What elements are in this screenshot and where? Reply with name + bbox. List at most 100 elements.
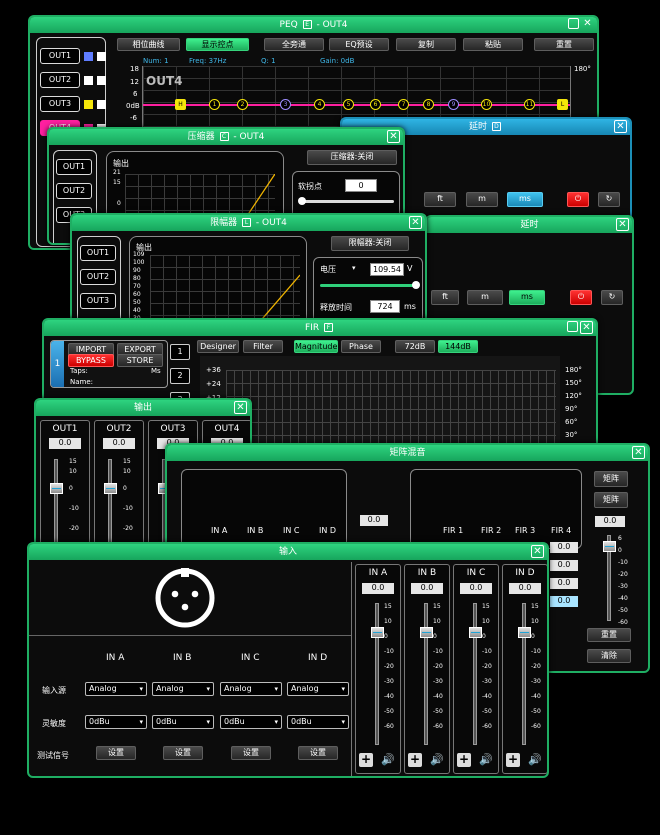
restore-icon[interactable] — [567, 321, 578, 332]
matrix-value[interactable]: 0.0 — [550, 578, 578, 589]
matrix-value[interactable]: 0.0 — [360, 515, 388, 526]
speaker-icon[interactable]: 🔊 — [527, 753, 543, 767]
sensitivity-select-c[interactable]: 0dBu — [220, 715, 282, 729]
matrix-value[interactable]: 0.0 — [550, 560, 578, 571]
matrix-button-1[interactable]: 矩阵 — [594, 471, 628, 487]
lim-out2-button[interactable]: OUT2 — [80, 269, 116, 285]
input-fader-knob[interactable] — [371, 627, 384, 638]
output-fader-track[interactable] — [108, 459, 112, 546]
output-fader-track[interactable] — [54, 459, 58, 546]
matrix-button-2[interactable]: 矩阵 — [594, 492, 628, 508]
voltage-slider[interactable] — [320, 281, 420, 289]
power-icon[interactable]: ⏻ — [567, 192, 589, 207]
limiter-toggle-button[interactable]: 限幅器:关闭 — [331, 236, 409, 251]
sensitivity-select-a[interactable]: 0dBu — [85, 715, 147, 729]
fir-bypass-button[interactable]: BYPASS — [68, 354, 114, 367]
knee-value[interactable]: 0 — [345, 179, 377, 192]
fir-channel-tab[interactable]: 1 — [51, 341, 64, 387]
voltage-dropdown-icon[interactable]: ▾ — [352, 264, 356, 272]
knee-slider-knob[interactable] — [298, 197, 306, 205]
phase-curve-button[interactable]: 相位曲线 — [117, 38, 180, 51]
unit-m-button[interactable]: m — [467, 290, 503, 305]
lim-out1-button[interactable]: OUT1 — [80, 245, 116, 261]
fir-tab-phase[interactable]: Phase — [341, 340, 381, 353]
plus-icon[interactable]: + — [506, 753, 520, 767]
close-icon[interactable]: ✕ — [409, 216, 422, 229]
matrix-clear-button[interactable]: 清除 — [587, 649, 631, 663]
fir-tab-magnitude[interactable]: Magnitude — [294, 340, 338, 353]
input-fader-knob[interactable] — [420, 627, 433, 638]
input-fader-track[interactable] — [424, 603, 428, 745]
out3-white-swatch[interactable] — [97, 100, 106, 109]
plus-icon[interactable]: + — [457, 753, 471, 767]
eq-node[interactable]: 11 — [524, 99, 535, 110]
reset-button[interactable]: 重置 — [534, 38, 594, 51]
input-gain-value[interactable]: 0.0 — [362, 583, 394, 594]
matrix-fader-value[interactable]: 0.0 — [595, 516, 625, 527]
out2-white2-swatch[interactable] — [97, 76, 106, 85]
copy-button[interactable]: 复制 — [396, 38, 456, 51]
close-icon[interactable]: ✕ — [632, 446, 645, 459]
output-gain-value[interactable]: 0.0 — [103, 438, 135, 449]
eq-node[interactable]: 1 — [209, 99, 220, 110]
source-select-a[interactable]: Analog — [85, 682, 147, 696]
fir-store-button[interactable]: STORE — [117, 354, 163, 367]
fir-144db-button[interactable]: 144dB — [438, 340, 478, 353]
matrix-value-selected[interactable]: 0.0 — [550, 596, 578, 607]
lim-out3-button[interactable]: OUT3 — [80, 293, 116, 309]
eq-node[interactable]: 4 — [314, 99, 325, 110]
close-icon[interactable]: ✕ — [387, 130, 400, 143]
unit-ft-button[interactable]: ft — [431, 290, 459, 305]
out3-yellow-swatch[interactable] — [84, 100, 93, 109]
eq-node[interactable]: 9 — [448, 99, 459, 110]
fir-graph-area[interactable]: +36 +24 +12 — [200, 356, 560, 451]
close-icon[interactable]: ✕ — [581, 18, 594, 31]
input-fader-track[interactable] — [473, 603, 477, 745]
peq-out3-button[interactable]: OUT3 — [40, 96, 80, 112]
unit-m-button[interactable]: m — [466, 192, 498, 207]
refresh-icon[interactable]: ↻ — [598, 192, 620, 207]
sensitivity-select-b[interactable]: 0dBu — [152, 715, 214, 729]
eq-preset-button[interactable]: EQ预设 — [329, 38, 389, 51]
plus-icon[interactable]: + — [359, 753, 373, 767]
fir-ch2-button[interactable]: 2 — [170, 368, 190, 384]
source-select-d[interactable]: Analog — [287, 682, 349, 696]
peq-out1-button[interactable]: OUT1 — [40, 48, 80, 64]
matrix-value[interactable]: 0.0 — [550, 542, 578, 553]
input-fader-knob[interactable] — [518, 627, 531, 638]
fir-tab-filter[interactable]: Filter — [243, 340, 283, 353]
voltage-slider-knob[interactable] — [412, 281, 420, 289]
unit-ms-button[interactable]: ms — [507, 192, 543, 207]
unit-ft-button[interactable]: ft — [424, 192, 456, 207]
comp-out2-button[interactable]: OUT2 — [56, 183, 92, 199]
input-gain-value[interactable]: 0.0 — [411, 583, 443, 594]
eq-node[interactable]: 6 — [370, 99, 381, 110]
comp-out1-button[interactable]: OUT1 — [56, 159, 92, 175]
knee-slider[interactable] — [298, 197, 394, 205]
eq-node[interactable]: 2 — [237, 99, 248, 110]
source-select-b[interactable]: Analog — [152, 682, 214, 696]
input-fader-track[interactable] — [522, 603, 526, 745]
output-fader-knob[interactable] — [50, 483, 63, 494]
out2-white-swatch[interactable] — [84, 76, 93, 85]
out1-white-swatch[interactable] — [97, 52, 106, 61]
restore-icon[interactable] — [568, 18, 579, 29]
input-fader-track[interactable] — [375, 603, 379, 745]
eq-node[interactable]: L — [557, 99, 568, 110]
fir-ch1-button[interactable]: 1 — [170, 344, 190, 360]
source-select-c[interactable]: Analog — [220, 682, 282, 696]
input-gain-value[interactable]: 0.0 — [460, 583, 492, 594]
refresh-icon[interactable]: ↻ — [601, 290, 623, 305]
speaker-icon[interactable]: 🔊 — [429, 753, 445, 767]
bypass-all-button[interactable]: 全旁通 — [264, 38, 324, 51]
input-gain-value[interactable]: 0.0 — [509, 583, 541, 594]
matrix-fader-knob[interactable] — [603, 541, 616, 552]
matrix-reset-button[interactable]: 重置 — [587, 628, 631, 642]
test-signal-button-a[interactable]: 设置 — [96, 746, 136, 760]
eq-node[interactable]: 7 — [398, 99, 409, 110]
fir-tab-designer[interactable]: Designer — [197, 340, 239, 353]
sensitivity-select-d[interactable]: 0dBu — [287, 715, 349, 729]
plus-icon[interactable]: + — [408, 753, 422, 767]
close-icon[interactable]: ✕ — [616, 218, 629, 231]
test-signal-button-c[interactable]: 设置 — [231, 746, 271, 760]
